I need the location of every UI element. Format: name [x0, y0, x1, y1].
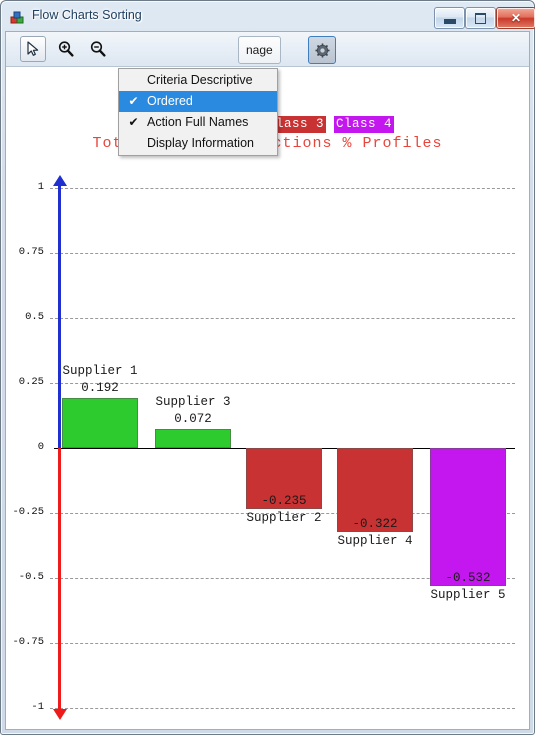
bar-value-label: -0.322	[352, 516, 398, 531]
menu-item-action-full-names[interactable]: ✔ Action Full Names	[119, 112, 277, 133]
bar-value-label: -0.235	[261, 494, 307, 509]
bar-category-label: Supplier 4	[337, 533, 413, 548]
y-axis-tick-label: -1	[31, 701, 44, 713]
bar-supplier-5[interactable]	[430, 448, 506, 587]
menu-item-label: Action Full Names	[147, 115, 249, 129]
application-window: Flow Charts Sorting ✕ nage Criteria Desc…	[0, 0, 535, 735]
menu-item-label: Display Information	[147, 136, 254, 150]
gridline	[50, 643, 515, 644]
bar-category-label: Supplier 3	[155, 395, 231, 410]
gridline	[50, 318, 515, 319]
gridline	[50, 253, 515, 254]
title-bar: Flow Charts Sorting ✕	[5, 5, 535, 31]
zoom-out-button[interactable]	[85, 36, 111, 62]
chart-canvas: Class 1Class 2Class 3Class 4 Total Net S…	[6, 67, 529, 729]
bar-supplier-3[interactable]	[155, 429, 231, 448]
menu-check-action-full-names: ✔	[128, 115, 139, 129]
cursor-arrow-icon	[27, 41, 39, 56]
y-axis-tick-label: -0.5	[18, 571, 44, 583]
menu-item-ordered[interactable]: ✔ Ordered	[119, 91, 277, 112]
y-axis-up-arrow-icon	[53, 175, 67, 186]
legend-class-4: Class 4	[334, 116, 395, 133]
zoom-in-button[interactable]	[53, 36, 79, 62]
bar-supplier-1[interactable]	[62, 398, 138, 448]
close-button[interactable]: ✕	[496, 7, 535, 29]
bar-value-label: 0.192	[81, 381, 119, 396]
minimize-button[interactable]	[434, 7, 465, 29]
bar-category-label: Supplier 5	[430, 588, 506, 603]
y-axis-tick-label: 0.5	[25, 311, 44, 323]
menu-item-label: Criteria Descriptive	[147, 73, 253, 87]
blocks-icon	[10, 11, 24, 24]
y-axis-tick-label: -0.75	[12, 636, 44, 648]
y-axis-tick-label: 0.25	[18, 376, 44, 388]
bar-category-label: Supplier 1	[62, 364, 138, 379]
partial-toolbar-button[interactable]: nage	[238, 36, 281, 64]
y-axis-negative	[58, 448, 61, 710]
y-axis-tick-label: 1	[37, 181, 44, 193]
menu-item-label: Ordered	[147, 94, 193, 108]
view-options-menu: Criteria Descriptive ✔ Ordered ✔ Action …	[118, 68, 278, 156]
magnifier-minus-icon	[90, 41, 106, 57]
bar-value-label: 0.072	[174, 412, 212, 427]
y-axis-down-arrow-icon	[53, 709, 67, 720]
pointer-tool-button[interactable]	[20, 36, 46, 62]
y-axis-tick-label: 0	[37, 441, 44, 453]
y-axis-tick-label: 0.75	[18, 246, 44, 258]
gridline	[50, 188, 515, 189]
window-title: Flow Charts Sorting	[32, 8, 142, 22]
gridline	[50, 708, 515, 709]
y-axis-positive	[58, 186, 61, 448]
maximize-button[interactable]	[465, 7, 496, 29]
bar-value-label: -0.532	[445, 571, 491, 586]
menu-check-ordered: ✔	[128, 94, 139, 108]
close-icon: ✕	[510, 11, 522, 25]
gear-icon	[315, 43, 329, 57]
toolbar: nage	[6, 32, 529, 67]
y-axis-tick-label: -0.25	[12, 506, 44, 518]
settings-button[interactable]	[308, 36, 336, 64]
menu-item-display-information[interactable]: Display Information	[119, 133, 277, 154]
client-area: nage Criteria Descriptive ✔ Ordered ✔ Ac…	[5, 31, 530, 730]
magnifier-plus-icon	[58, 41, 74, 57]
menu-item-criteria-descriptive[interactable]: Criteria Descriptive	[119, 70, 277, 91]
